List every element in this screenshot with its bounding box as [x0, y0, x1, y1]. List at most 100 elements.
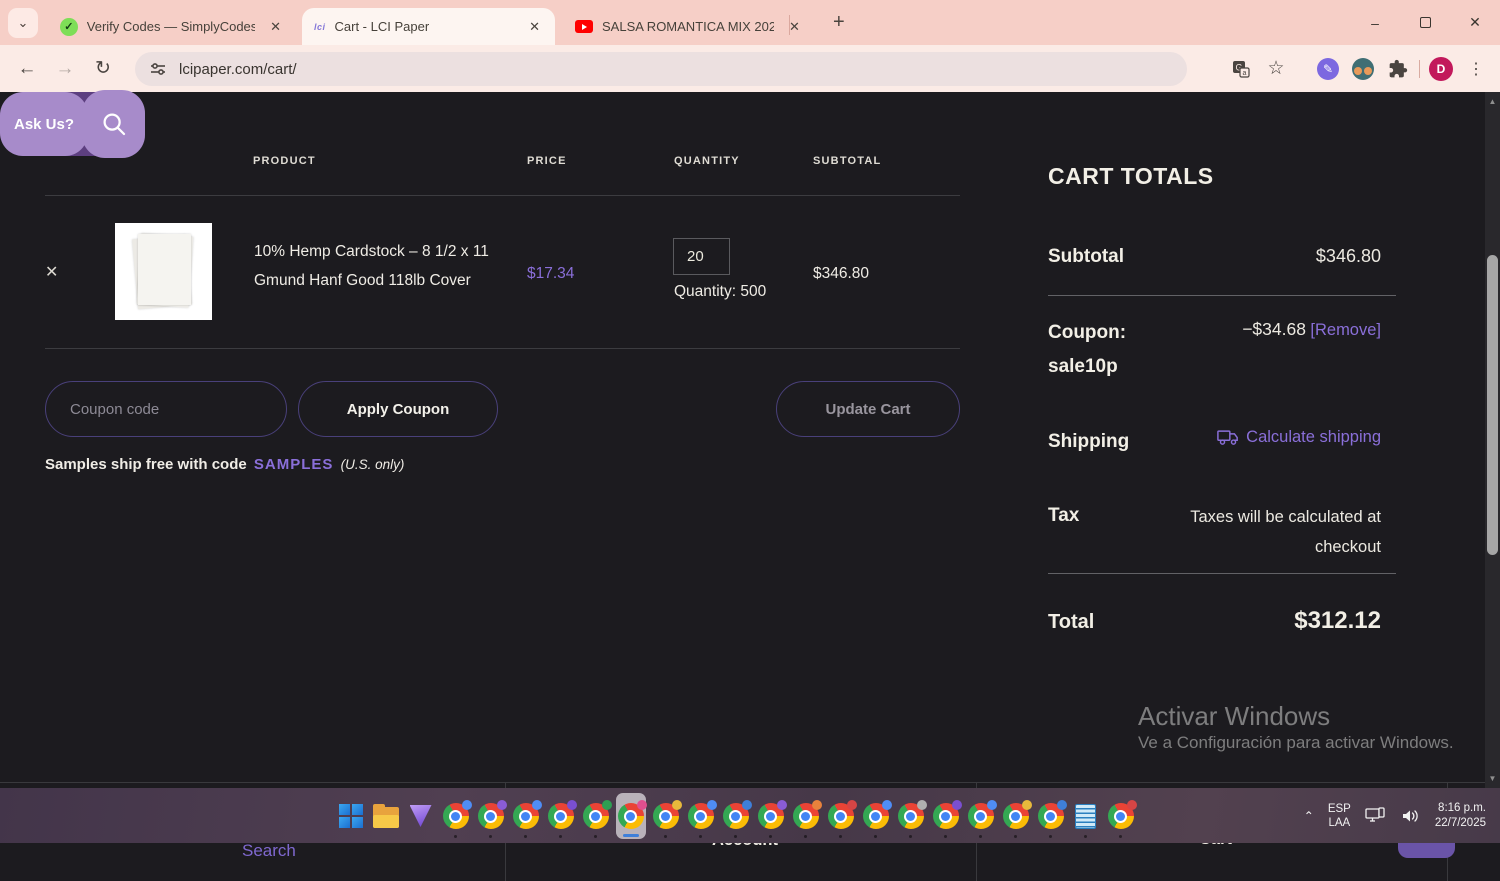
calculate-shipping-link[interactable]: Calculate shipping — [1217, 428, 1381, 447]
activate-windows-watermark: Activar Windows — [1138, 701, 1331, 731]
taskbar-chrome-icon[interactable] — [791, 793, 822, 839]
search-label: Search — [242, 841, 296, 860]
taskbar-chrome-icon[interactable] — [826, 793, 857, 839]
close-button[interactable]: ✕ — [1450, 6, 1500, 40]
taskbar-chrome-icon[interactable] — [756, 793, 787, 839]
taskbar-chrome-icon[interactable] — [896, 793, 927, 839]
taskbar-chrome-icon[interactable] — [546, 793, 577, 839]
samples-promo-note: Samples ship free with code SAMPLES (U.S… — [45, 456, 405, 473]
search-icon — [103, 113, 125, 136]
scrollbar-up-icon[interactable]: ▲ — [1485, 97, 1500, 106]
tab-verify-codes[interactable]: ✓ Verify Codes — SimplyCodes ✕ — [48, 8, 296, 45]
item-price: $17.34 — [527, 265, 575, 282]
update-cart-button[interactable]: Update Cart — [776, 381, 960, 437]
taskbar-chrome-icon[interactable] — [1036, 793, 1067, 839]
taskbar-chrome-icon[interactable] — [511, 793, 542, 839]
tab-search-button[interactable]: ⌄ — [8, 8, 38, 38]
url-text: lcipaper.com/cart/ — [179, 60, 297, 78]
totals-divider — [1048, 573, 1396, 574]
chat-bubble[interactable]: Ask Us? — [0, 92, 88, 156]
taskbar-chrome-icon[interactable] — [931, 793, 962, 839]
tab-title: Cart - LCI Paper — [334, 19, 430, 34]
network-icon[interactable] — [1365, 806, 1387, 825]
coupon-code-label: sale10p — [1048, 356, 1118, 377]
volume-icon[interactable] — [1401, 807, 1421, 825]
language-indicator[interactable]: ESP LAA — [1328, 802, 1351, 830]
total-value: $312.12 — [1294, 607, 1381, 634]
windows-taskbar: ⌃ ESP LAA 8:16 p.m. 22/7/2025 — [0, 788, 1500, 843]
taskbar-chrome-icon[interactable] — [721, 793, 752, 839]
tray-expand-icon[interactable]: ⌃ — [1304, 809, 1314, 823]
subtotal-value: $346.80 — [1315, 246, 1381, 266]
taskbar-chrome-icon[interactable] — [861, 793, 892, 839]
extensions-puzzle-icon[interactable] — [1384, 55, 1412, 83]
column-header-quantity: QUANTITY — [674, 155, 740, 167]
back-button[interactable]: ← — [8, 58, 46, 80]
minimize-icon: – — [1371, 14, 1379, 31]
taskbar-notepad-icon[interactable] — [1071, 793, 1101, 839]
remove-item-button[interactable]: ✕ — [45, 262, 58, 282]
taskbar-start-icon[interactable] — [336, 793, 366, 839]
scrollbar-down-icon[interactable]: ▼ — [1485, 774, 1500, 783]
tab-salsa-romantica[interactable]: SALSA ROMANTICA MIX 2024 ✕ — [563, 8, 815, 45]
tab-cart-lci-paper[interactable]: lci Cart - LCI Paper ✕ — [302, 8, 555, 45]
page-scrollbar[interactable]: ▲ ▼ — [1485, 92, 1500, 788]
profile-avatar[interactable]: D — [1427, 55, 1455, 83]
taskbar-chrome-icon[interactable] — [615, 793, 647, 839]
browser-menu-icon[interactable]: ⋮ — [1462, 55, 1490, 83]
activate-windows-watermark-sub: Ve a Configuración para activar Windows. — [1138, 733, 1454, 752]
minimize-button[interactable]: – — [1350, 6, 1400, 40]
taskbar-apps — [333, 792, 1138, 840]
extension-avatar-icon[interactable] — [1349, 55, 1377, 83]
svg-text:a: a — [1243, 70, 1247, 77]
column-header-product: PRODUCT — [253, 155, 316, 167]
tab-close-icon[interactable]: ✕ — [524, 17, 545, 37]
coupon-discount: −$34.68 [Remove] — [1242, 319, 1381, 339]
site-info-icon[interactable] — [149, 60, 167, 78]
simplycodes-favicon-icon: ✓ — [60, 17, 78, 36]
chat-label: Ask Us? — [13, 115, 75, 133]
tab-divider — [789, 15, 790, 35]
taskbar-triangle-icon[interactable] — [406, 793, 436, 839]
samples-code-link[interactable]: SAMPLES — [254, 456, 334, 473]
apply-coupon-button[interactable]: Apply Coupon — [298, 381, 498, 437]
taskbar-chrome-icon[interactable] — [441, 793, 472, 839]
address-bar[interactable]: lcipaper.com/cart/ — [135, 52, 1187, 86]
scrollbar-thumb[interactable] — [1487, 255, 1498, 555]
coupon-code-input[interactable] — [45, 381, 287, 437]
taskbar-chrome-icon[interactable] — [1106, 793, 1137, 839]
remove-coupon-link[interactable]: [Remove] — [1310, 321, 1381, 339]
column-header-price: PRICE — [527, 155, 567, 167]
reload-button[interactable]: ↻ — [84, 57, 122, 80]
bookmark-star-icon[interactable]: ☆ — [1262, 55, 1290, 83]
taskbar-chrome-icon[interactable] — [581, 793, 612, 839]
cart-page: PRODUCT PRICE QUANTITY SUBTOTAL ✕ 10% He… — [0, 90, 1485, 881]
extension-simplycodes-icon[interactable]: ✎ — [1314, 55, 1342, 83]
taskbar-chrome-icon[interactable] — [476, 793, 507, 839]
table-divider — [45, 195, 960, 196]
product-image[interactable] — [115, 223, 212, 320]
quantity-input[interactable] — [673, 238, 730, 275]
new-tab-button[interactable]: + — [833, 11, 845, 33]
quantity-note: Quantity: 500 — [674, 283, 767, 300]
taskbar-chrome-icon[interactable] — [1001, 793, 1032, 839]
tab-close-icon[interactable]: ✕ — [265, 17, 286, 37]
tab-title: SALSA ROMANTICA MIX 2024 — [602, 19, 774, 34]
maximize-button[interactable] — [1400, 6, 1450, 40]
chat-widget[interactable]: Ask Us? — [0, 90, 145, 158]
forward-button[interactable]: → — [46, 58, 84, 80]
tax-label: Tax — [1048, 505, 1080, 526]
taskbar-explorer-icon[interactable] — [371, 793, 401, 839]
tab-close-icon[interactable]: ✕ — [784, 17, 805, 37]
translate-icon[interactable]: G a — [1227, 55, 1255, 83]
close-icon: ✕ — [1469, 14, 1481, 30]
cart-totals-title: CART TOTALS — [1048, 163, 1214, 189]
taskbar-clock[interactable]: 8:16 p.m. 22/7/2025 — [1435, 801, 1486, 831]
taskbar-chrome-icon[interactable] — [651, 793, 682, 839]
product-name[interactable]: 10% Hemp Cardstock – 8 1/2 x 11 Gmund Ha… — [254, 237, 489, 295]
taskbar-chrome-icon[interactable] — [686, 793, 717, 839]
shipping-truck-icon — [1217, 430, 1239, 445]
chat-search-bubble[interactable] — [82, 90, 145, 158]
chevron-down-icon: ⌄ — [17, 15, 29, 30]
taskbar-chrome-icon[interactable] — [966, 793, 997, 839]
